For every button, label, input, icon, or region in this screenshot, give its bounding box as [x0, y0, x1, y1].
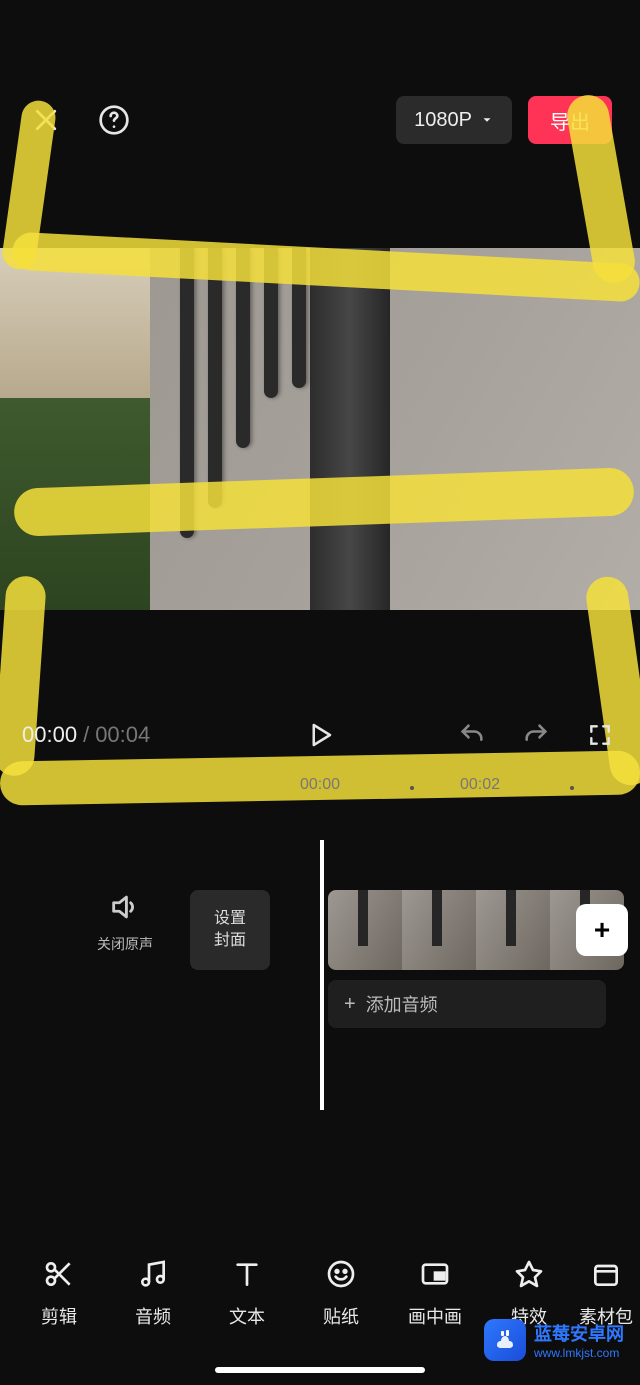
tool-label: 文本 — [229, 1303, 265, 1329]
cover-label-line: 设置 — [214, 908, 246, 930]
export-button[interactable]: 导出 — [528, 96, 612, 144]
play-icon — [305, 720, 335, 750]
time-separator: / — [83, 722, 89, 748]
add-clip-button[interactable]: + — [576, 904, 628, 956]
playback-controls: 00:00 / 00:04 — [0, 714, 640, 756]
clip-thumbnail — [476, 890, 550, 970]
speaker-icon — [108, 890, 142, 924]
ruler-tick-dot — [410, 786, 414, 790]
add-audio-label: 添加音频 — [366, 991, 438, 1017]
watermark-title: 蓝莓安卓网 — [534, 1320, 624, 1346]
star-icon — [513, 1258, 545, 1290]
chime-tube — [292, 248, 306, 388]
timeline-ruler: 00:00 00:02 — [0, 776, 640, 800]
plus-icon: + — [344, 993, 356, 1016]
ruler-tick-label: 00:00 — [300, 776, 340, 794]
text-icon — [231, 1258, 263, 1290]
ruler-tick-label: 00:02 — [460, 776, 500, 794]
help-icon — [98, 104, 130, 136]
tool-edit[interactable]: 剪辑 — [12, 1257, 106, 1329]
video-preview[interactable] — [0, 248, 640, 610]
export-label: 导出 — [550, 106, 590, 135]
mute-original-audio[interactable]: 关闭原声 — [80, 890, 170, 954]
chime-tube — [236, 248, 250, 448]
ruler-tick-dot — [570, 786, 574, 790]
tool-pip[interactable]: 画中画 — [388, 1257, 482, 1329]
scissors-icon — [43, 1258, 75, 1290]
plus-icon: + — [594, 914, 610, 946]
close-icon — [31, 105, 61, 135]
sticker-icon — [325, 1258, 357, 1290]
tool-text[interactable]: 文本 — [200, 1257, 294, 1329]
close-button[interactable] — [28, 102, 64, 138]
add-audio-button[interactable]: + 添加音频 — [328, 980, 606, 1028]
preview-bg-lawn — [0, 398, 150, 610]
redo-icon — [522, 721, 550, 749]
undo-button[interactable] — [454, 717, 490, 753]
tool-label: 画中画 — [408, 1303, 462, 1329]
set-cover-button[interactable]: 设置 封面 — [190, 890, 270, 970]
tool-sticker[interactable]: 贴纸 — [294, 1257, 388, 1329]
preview-bg-wall — [150, 248, 640, 610]
watermark-badge-icon — [484, 1319, 526, 1361]
redo-button[interactable] — [518, 717, 554, 753]
time-current: 00:00 — [22, 722, 77, 748]
top-left-group — [28, 102, 132, 138]
tool-label: 音频 — [135, 1303, 171, 1329]
preview-bg-curtain — [310, 248, 390, 610]
tool-audio[interactable]: 音频 — [106, 1257, 200, 1329]
playback-right-group — [454, 717, 618, 753]
timeline[interactable]: 关闭原声 设置 封面 + + 添加音频 — [0, 870, 640, 1060]
tool-label: 剪辑 — [41, 1303, 77, 1329]
resolution-button[interactable]: 1080P — [396, 96, 512, 144]
music-icon — [137, 1258, 169, 1290]
chevron-down-icon — [480, 113, 494, 127]
time-duration: 00:04 — [95, 722, 150, 748]
help-button[interactable] — [96, 102, 132, 138]
pip-icon — [419, 1258, 451, 1290]
home-indicator — [215, 1367, 425, 1373]
chime-tube — [208, 248, 222, 508]
resolution-label: 1080P — [414, 109, 472, 132]
top-toolbar: 1080P 导出 — [0, 92, 640, 148]
fullscreen-button[interactable] — [582, 717, 618, 753]
material-icon — [590, 1258, 622, 1290]
playhead[interactable] — [320, 840, 324, 1110]
play-button[interactable] — [302, 717, 338, 753]
fullscreen-icon — [587, 722, 613, 748]
mute-label: 关闭原声 — [80, 934, 170, 954]
watermark-url: www.lmkjst.com — [534, 1346, 624, 1360]
clip-thumbnail — [402, 890, 476, 970]
clip-thumbnail — [328, 890, 402, 970]
top-right-group: 1080P 导出 — [396, 96, 612, 144]
chime-tube — [264, 248, 278, 398]
preview-bg-building — [0, 248, 150, 398]
watermark: 蓝莓安卓网 www.lmkjst.com — [476, 1315, 632, 1365]
cover-label-line: 封面 — [214, 930, 246, 952]
tool-label: 贴纸 — [323, 1303, 359, 1329]
chime-tube — [180, 248, 194, 538]
undo-icon — [458, 721, 486, 749]
